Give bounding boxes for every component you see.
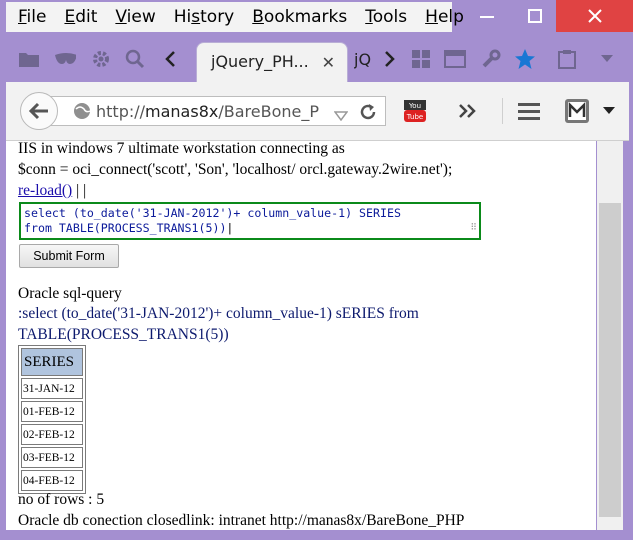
- table-row: 31-JAN-12: [21, 378, 83, 399]
- vertical-scrollbar[interactable]: [597, 141, 623, 530]
- menu-bookmarks[interactable]: Bookmarks: [240, 7, 353, 27]
- folder-icon[interactable]: [18, 48, 40, 70]
- url-text: http://manas8x/BareBone_P: [96, 102, 319, 121]
- table-row: 01-FEB-12: [21, 401, 83, 422]
- submit-form-button[interactable]: Submit Form: [19, 244, 119, 268]
- back-button[interactable]: [20, 92, 58, 130]
- close-window-button[interactable]: [556, 0, 633, 32]
- page-content: IIS in windows 7 ultimate workstation co…: [6, 141, 596, 530]
- info-line-os: IIS in windows 7 ultimate workstation co…: [18, 141, 345, 157]
- sql-line-1: select (to_date('31-JAN-2012')+ column_v…: [24, 206, 401, 220]
- mask-icon[interactable]: [54, 48, 76, 70]
- sql-query-textarea[interactable]: select (to_date('31-JAN-2012')+ column_v…: [19, 202, 481, 240]
- globe-icon: [72, 101, 92, 125]
- closing-line: Oracle db conection closedlink: intranet…: [18, 512, 465, 529]
- search-icon[interactable]: [124, 48, 146, 70]
- maximize-button[interactable]: [512, 0, 558, 32]
- maximize-icon: [528, 9, 542, 23]
- dropdown-triangle-icon[interactable]: [333, 106, 349, 125]
- query-echo-line-2: TABLE(PROCESS_TRANS1(5)): [18, 326, 229, 343]
- tab-scroll-right-icon[interactable]: [378, 48, 400, 70]
- extension-dropdown-icon[interactable]: [602, 98, 616, 124]
- star-icon[interactable]: [514, 48, 536, 70]
- oracle-heading: Oracle sql-query: [18, 285, 122, 302]
- menu-bar: File Edit View History Bookmarks Tools H…: [6, 2, 464, 32]
- tab-bar: jQuery_PH... ✕ jQ: [0, 38, 633, 82]
- row-count: no of rows : 5: [18, 491, 105, 508]
- minimize-icon: [480, 16, 494, 18]
- minimize-button[interactable]: [464, 0, 510, 32]
- close-icon: [587, 9, 602, 23]
- svg-text:Tube: Tube: [406, 113, 423, 121]
- series-table: SERIES 31-JAN-12 01-FEB-12 02-FEB-12 03-…: [18, 345, 86, 494]
- tab-close-icon[interactable]: ✕: [322, 53, 335, 72]
- window-icon[interactable]: [444, 48, 466, 70]
- menu-edit[interactable]: Edit: [52, 7, 103, 27]
- tab-scroll-left-icon[interactable]: [160, 48, 182, 70]
- toolbar-divider: [502, 98, 503, 124]
- wrench-icon[interactable]: [480, 48, 502, 70]
- menu-help[interactable]: Help: [413, 7, 470, 27]
- table-row: 02-FEB-12: [21, 424, 83, 445]
- reload-separator: | |: [72, 182, 87, 199]
- gear-icon[interactable]: [90, 48, 112, 70]
- menu-view[interactable]: View: [103, 7, 161, 27]
- menu-tools[interactable]: Tools: [353, 7, 413, 27]
- navigation-bar: http://manas8x/BareBone_P You Tube: [6, 82, 629, 141]
- tab-active[interactable]: jQuery_PH... ✕: [196, 42, 348, 82]
- overflow-chevrons-icon[interactable]: [454, 98, 480, 124]
- reload-icon[interactable]: [358, 102, 378, 126]
- series-table-header: SERIES: [21, 348, 83, 376]
- grid-icon[interactable]: [410, 48, 432, 70]
- resize-grip-icon[interactable]: ⠿: [470, 221, 477, 236]
- tab-active-title: jQuery_PH...: [211, 52, 309, 71]
- menu-history[interactable]: History: [162, 7, 241, 27]
- url-bar[interactable]: http://manas8x/BareBone_P: [50, 96, 386, 126]
- menu-file[interactable]: File: [6, 7, 52, 27]
- tab-menu-chevron-icon[interactable]: [596, 48, 618, 70]
- back-arrow-icon: [29, 102, 48, 120]
- clipboard-icon[interactable]: [556, 48, 578, 70]
- hamburger-menu-icon[interactable]: [516, 98, 542, 124]
- browser-window: File Edit View History Bookmarks Tools H…: [0, 0, 633, 540]
- tab-inactive-title[interactable]: jQ: [354, 50, 374, 69]
- table-row: 03-FEB-12: [21, 447, 83, 468]
- query-echo-line-1: :select (to_date('31-JAN-2012')+ column_…: [18, 305, 419, 322]
- shield-extension-icon[interactable]: [562, 98, 592, 124]
- youtube-icon[interactable]: You Tube: [400, 98, 430, 124]
- reload-line: re-load() | |: [18, 182, 86, 200]
- info-line-connect: $conn = oci_connect('scott', 'Son', 'loc…: [18, 161, 453, 178]
- scrollbar-thumb[interactable]: [599, 203, 621, 517]
- sql-line-2: from TABLE(PROCESS_TRANS1(5))|: [24, 221, 234, 235]
- reload-link[interactable]: re-load(): [18, 182, 72, 199]
- svg-text:You: You: [408, 102, 421, 110]
- table-row: 04-FEB-12: [21, 470, 83, 491]
